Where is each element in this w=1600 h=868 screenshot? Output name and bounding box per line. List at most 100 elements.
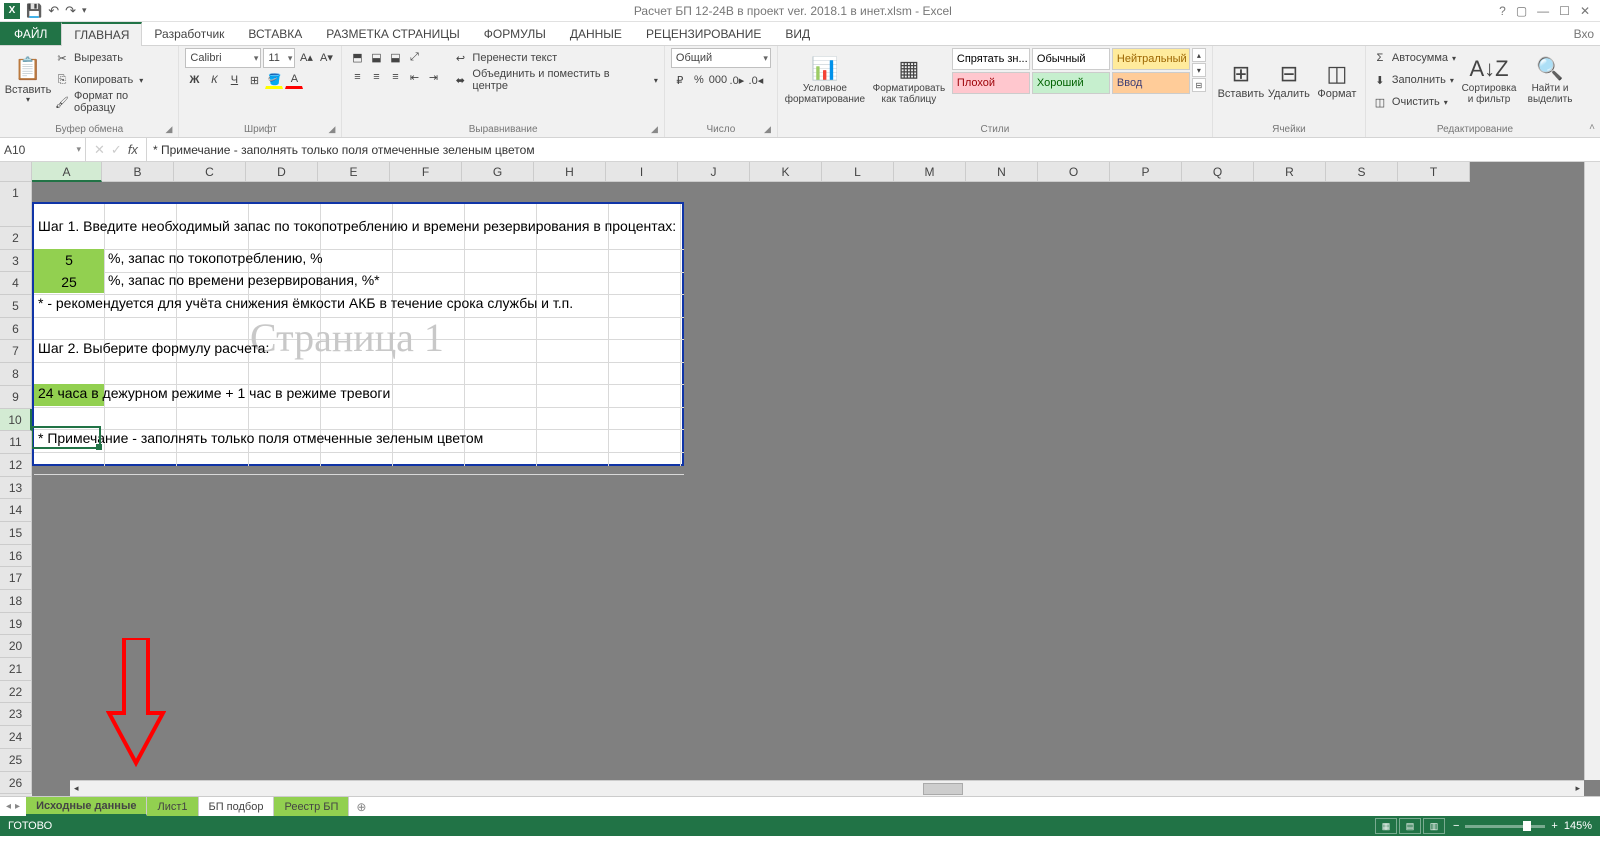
orientation-icon[interactable]: ⤢ [405, 48, 423, 66]
zoom-control[interactable]: − + 145% [1453, 820, 1592, 832]
inc-decimal-icon[interactable]: .0▸ [728, 71, 746, 89]
row-header-22[interactable]: 22 [0, 681, 32, 704]
collapse-ribbon-icon[interactable]: ˄ [1584, 46, 1600, 137]
col-header-R[interactable]: R [1254, 162, 1326, 182]
fill-button[interactable]: ⬇Заполнить▾ [1372, 70, 1456, 90]
row-header-23[interactable]: 23 [0, 703, 32, 726]
borders-button[interactable]: ⊞ [245, 71, 263, 89]
col-header-B[interactable]: B [102, 162, 174, 182]
cell-a1[interactable]: Шаг 1. Введите необходимый запас по токо… [36, 204, 684, 249]
row-header-8[interactable]: 8 [0, 363, 32, 386]
sheet-tab[interactable]: Лист1 [147, 797, 198, 816]
percent-icon[interactable]: % [690, 71, 708, 89]
align-bottom-icon[interactable]: ⬓ [386, 48, 404, 66]
cell-a3[interactable]: 25 [34, 271, 104, 293]
col-header-F[interactable]: F [390, 162, 462, 182]
row-header-3[interactable]: 3 [0, 250, 32, 273]
sheet-tab[interactable]: БП подбор [199, 797, 275, 816]
align-middle-icon[interactable]: ⬓ [367, 48, 385, 66]
col-header-M[interactable]: M [894, 162, 966, 182]
clipboard-launcher-icon[interactable]: ◢ [166, 124, 173, 135]
row-header-13[interactable]: 13 [0, 477, 32, 500]
view-page-layout-icon[interactable]: ▤ [1399, 818, 1421, 834]
styles-up-icon[interactable]: ▴ [1192, 48, 1206, 62]
font-launcher-icon[interactable]: ◢ [329, 124, 336, 135]
vertical-scrollbar[interactable] [1584, 162, 1600, 780]
formula-input[interactable]: * Примечание - заполнять только поля отм… [147, 138, 1600, 161]
row-header-4[interactable]: 4 [0, 272, 32, 295]
save-icon[interactable]: 💾 [26, 3, 42, 19]
cancel-formula-icon[interactable]: ✕ [94, 142, 105, 158]
currency-icon[interactable]: ₽ [671, 71, 689, 89]
cell-a4[interactable]: * - рекомендуется для учёта снижения ёмк… [36, 294, 575, 312]
name-box[interactable]: A10 [0, 138, 86, 161]
font-size-combo[interactable]: 11 [263, 48, 295, 68]
sort-filter-button[interactable]: A↓ZСортировка и фильтр [1460, 48, 1518, 114]
alignment-launcher-icon[interactable]: ◢ [651, 124, 658, 135]
clear-button[interactable]: ◫Очистить▾ [1372, 92, 1456, 112]
undo-icon[interactable]: ↶ [48, 3, 59, 19]
col-header-D[interactable]: D [246, 162, 318, 182]
tab-home[interactable]: ГЛАВНАЯ [61, 22, 142, 46]
indent-inc-icon[interactable]: ⇥ [424, 68, 442, 86]
tab-formulas[interactable]: ФОРМУЛЫ [472, 22, 558, 45]
col-header-H[interactable]: H [534, 162, 606, 182]
row-header-10[interactable]: 10 [0, 409, 32, 432]
select-all-corner[interactable] [0, 162, 32, 182]
underline-button[interactable]: Ч [225, 71, 243, 89]
row-header-18[interactable]: 18 [0, 590, 32, 613]
col-header-N[interactable]: N [966, 162, 1038, 182]
col-header-K[interactable]: K [750, 162, 822, 182]
align-center-icon[interactable]: ≡ [367, 68, 385, 86]
col-header-S[interactable]: S [1326, 162, 1398, 182]
style-cell[interactable]: Плохой [952, 72, 1030, 94]
cell-b2[interactable]: %, запас по токопотреблению, % [106, 249, 325, 267]
style-cell[interactable]: Нейтральный [1112, 48, 1190, 70]
view-page-break-icon[interactable]: ▥ [1423, 818, 1445, 834]
row-header-25[interactable]: 25 [0, 749, 32, 772]
cell-b3[interactable]: %, запас по времени резервирования, %* [106, 271, 382, 289]
zoom-level[interactable]: 145% [1564, 820, 1592, 832]
row-header-26[interactable]: 26 [0, 772, 32, 795]
enter-formula-icon[interactable]: ✓ [111, 142, 122, 158]
autosum-button[interactable]: ΣАвтосумма▾ [1372, 48, 1456, 68]
file-tab[interactable]: ФАЙЛ [0, 22, 61, 45]
row-header-24[interactable]: 24 [0, 726, 32, 749]
italic-button[interactable]: К [205, 71, 223, 89]
close-icon[interactable]: ✕ [1580, 4, 1590, 18]
col-header-J[interactable]: J [678, 162, 750, 182]
zoom-in-icon[interactable]: + [1551, 820, 1557, 832]
paste-button[interactable]: 📋 Вставить ▾ [6, 48, 50, 114]
delete-cells-button[interactable]: ⊟Удалить [1267, 48, 1311, 114]
sheet-nav[interactable]: ◂▸ [0, 797, 26, 816]
bold-button[interactable]: Ж [185, 71, 203, 89]
row-header-7[interactable]: 7 [0, 340, 32, 363]
cell-a10[interactable]: * Примечание - заполнять только поля отм… [36, 429, 485, 447]
grid-body[interactable]: Страница 1 Шаг 1. Введите необходимый за… [32, 182, 1600, 796]
fx-icon[interactable]: fx [128, 142, 138, 157]
tab-view[interactable]: ВИД [773, 22, 822, 45]
align-right-icon[interactable]: ≡ [386, 68, 404, 86]
cut-button[interactable]: ✂Вырезать [54, 48, 172, 68]
view-normal-icon[interactable]: ▦ [1375, 818, 1397, 834]
col-header-E[interactable]: E [318, 162, 390, 182]
sheet-tab[interactable]: Реестр БП [274, 797, 349, 816]
merge-center-button[interactable]: ⬌Объединить и поместить в центре▾ [452, 70, 657, 90]
col-header-L[interactable]: L [822, 162, 894, 182]
find-select-button[interactable]: 🔍Найти и выделить [1522, 48, 1578, 114]
row-header-19[interactable]: 19 [0, 613, 32, 636]
cell-a8[interactable]: 24 часа в дежурном режиме + 1 час в режи… [36, 384, 392, 402]
col-header-T[interactable]: T [1398, 162, 1470, 182]
cell-styles-gallery[interactable]: Спрятать зн...ОбычныйНейтральныйПлохойХо… [952, 48, 1190, 94]
col-header-I[interactable]: I [606, 162, 678, 182]
font-color-button[interactable]: A [285, 71, 303, 89]
sheet-tab[interactable]: Исходные данные [26, 797, 147, 816]
cond-format-button[interactable]: 📊 Условное форматирование [784, 48, 866, 114]
row-header-11[interactable]: 11 [0, 431, 32, 454]
style-cell[interactable]: Ввод [1112, 72, 1190, 94]
style-cell[interactable]: Обычный [1032, 48, 1110, 70]
number-format-combo[interactable]: Общий [671, 48, 771, 68]
redo-icon[interactable]: ↷ [65, 3, 76, 19]
tab-developer[interactable]: Разработчик [142, 22, 236, 45]
row-header-20[interactable]: 20 [0, 635, 32, 658]
